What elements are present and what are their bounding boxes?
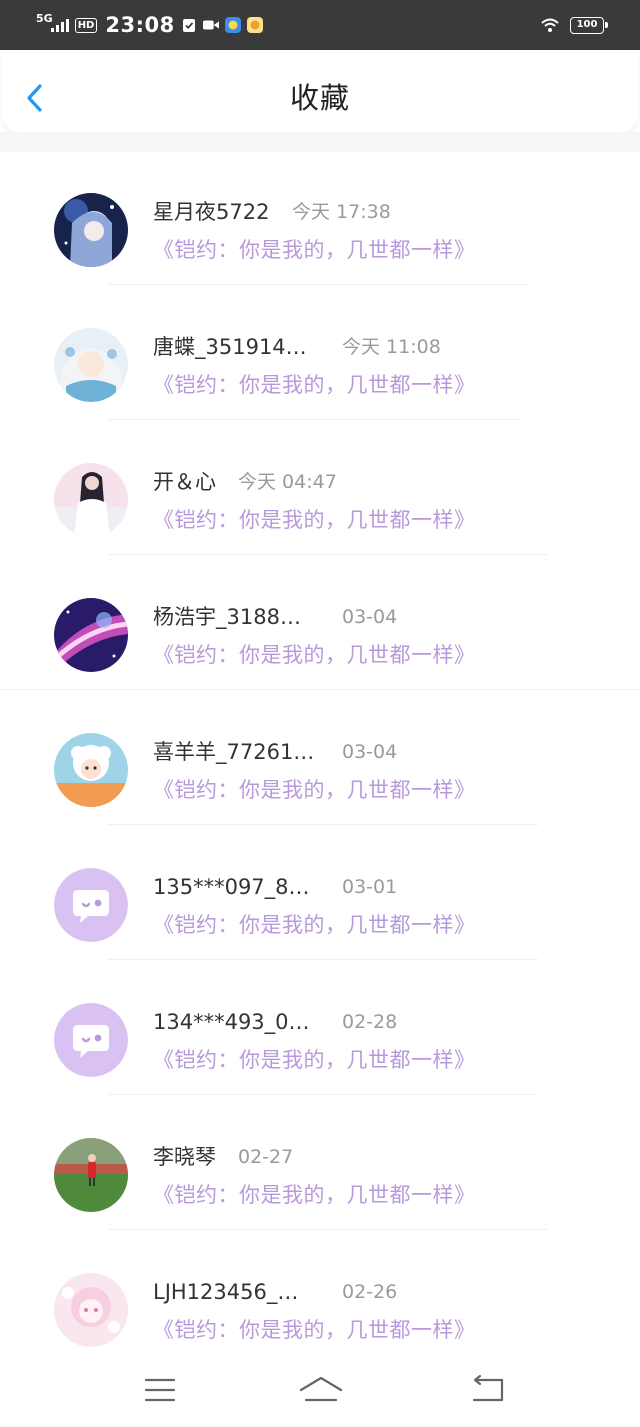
timestamp: 02-28 <box>342 1011 398 1033</box>
user-name: 喜羊羊_77261… <box>153 740 315 764</box>
timestamp: 今天 11:08 <box>342 336 441 358</box>
user-name: 134***493_0… <box>153 1010 310 1034</box>
favorites-list: 星月夜5722 今天 17:38 《铠约：你是我的，几世都一样》 唐蝶_3519… <box>0 157 640 1372</box>
timestamp: 02-26 <box>342 1281 398 1303</box>
status-left: 5G HD 23:08 <box>36 10 263 40</box>
home-button[interactable] <box>298 1374 344 1406</box>
user-name: 星月夜5722 <box>153 200 270 224</box>
hd-badge: HD <box>74 17 98 33</box>
divider <box>108 1094 538 1095</box>
task-icon <box>181 17 197 33</box>
header: 收藏 <box>2 50 638 132</box>
list-item[interactable]: 唐蝶_351914… 今天 11:08 《铠约：你是我的，几世都一样》 <box>0 292 640 427</box>
avatar <box>54 1003 128 1077</box>
list-item[interactable]: 杨浩宇_3188… 03-04 《铠约：你是我的，几世都一样》 <box>0 562 640 697</box>
chat-bubble-icon <box>54 1003 128 1077</box>
divider <box>108 284 528 285</box>
divider <box>108 824 538 825</box>
favorite-title[interactable]: 《铠约：你是我的，几世都一样》 <box>153 1046 476 1074</box>
menu-button[interactable] <box>142 1374 182 1406</box>
favorite-title[interactable]: 《铠约：你是我的，几世都一样》 <box>153 371 476 399</box>
divider <box>108 1229 548 1230</box>
timestamp: 今天 17:38 <box>292 201 391 223</box>
status-right: 100 <box>540 12 608 38</box>
user-name: LJH123456_… <box>153 1280 299 1304</box>
status-bar: 5G HD 23:08 100 <box>0 0 640 50</box>
favorite-title[interactable]: 《铠约：你是我的，几世都一样》 <box>153 1316 476 1344</box>
user-name: 135***097_8… <box>153 875 310 899</box>
timestamp: 02-27 <box>238 1146 294 1168</box>
user-name: 李晓琴 <box>153 1145 216 1169</box>
battery-icon: 100 <box>570 16 608 34</box>
user-name: 开＆心 <box>153 470 216 494</box>
back-icon <box>472 1374 504 1402</box>
timestamp: 03-04 <box>342 741 398 763</box>
list-item[interactable]: 开＆心 今天 04:47 《铠约：你是我的，几世都一样》 <box>0 427 640 562</box>
list-item[interactable]: 星月夜5722 今天 17:38 《铠约：你是我的，几世都一样》 <box>0 157 640 292</box>
favorite-title[interactable]: 《铠约：你是我的，几世都一样》 <box>153 1181 476 1209</box>
video-icon <box>202 17 219 33</box>
network-type: 5G <box>36 12 53 25</box>
list-item[interactable]: 135***097_8… 03-01 《铠约：你是我的，几世都一样》 <box>0 832 640 967</box>
user-name: 杨浩宇_3188… <box>153 605 301 629</box>
list-item[interactable]: 喜羊羊_77261… 03-04 《铠约：你是我的，几世都一样》 <box>0 697 640 832</box>
favorite-title[interactable]: 《铠约：你是我的，几世都一样》 <box>153 506 476 534</box>
menu-icon <box>144 1378 176 1402</box>
favorite-title[interactable]: 《铠约：你是我的，几世都一样》 <box>153 911 476 939</box>
avatar <box>54 1138 128 1212</box>
timestamp: 今天 04:47 <box>238 471 337 493</box>
divider <box>108 554 548 555</box>
avatar <box>54 1273 128 1347</box>
app-icon-blue <box>224 17 241 33</box>
system-navigation-bar <box>0 1352 640 1427</box>
avatar <box>54 733 128 807</box>
page-title: 收藏 <box>289 81 350 115</box>
avatar <box>54 193 128 267</box>
timestamp: 03-04 <box>342 606 398 628</box>
list-item[interactable]: 134***493_0… 02-28 《铠约：你是我的，几世都一样》 <box>0 967 640 1102</box>
user-name: 唐蝶_351914… <box>153 335 307 359</box>
avatar <box>54 328 128 402</box>
signal-icon <box>50 18 69 32</box>
divider <box>0 689 640 690</box>
avatar <box>54 868 128 942</box>
divider <box>108 419 518 420</box>
status-time: 23:08 <box>105 13 175 37</box>
divider <box>108 959 538 960</box>
favorite-title[interactable]: 《铠约：你是我的，几世都一样》 <box>153 776 476 804</box>
back-nav-button[interactable] <box>468 1374 508 1406</box>
avatar <box>54 463 128 537</box>
home-icon <box>299 1376 343 1402</box>
favorite-title[interactable]: 《铠约：你是我的，几世都一样》 <box>153 236 476 264</box>
header-separator <box>0 132 640 152</box>
wifi-icon <box>540 17 560 33</box>
app-icon-yellow <box>246 17 263 33</box>
list-item[interactable]: 李晓琴 02-27 《铠约：你是我的，几世都一样》 <box>0 1102 640 1237</box>
avatar <box>54 598 128 672</box>
favorite-title[interactable]: 《铠约：你是我的，几世都一样》 <box>153 641 476 669</box>
timestamp: 03-01 <box>342 876 398 898</box>
chat-bubble-icon <box>54 868 128 942</box>
